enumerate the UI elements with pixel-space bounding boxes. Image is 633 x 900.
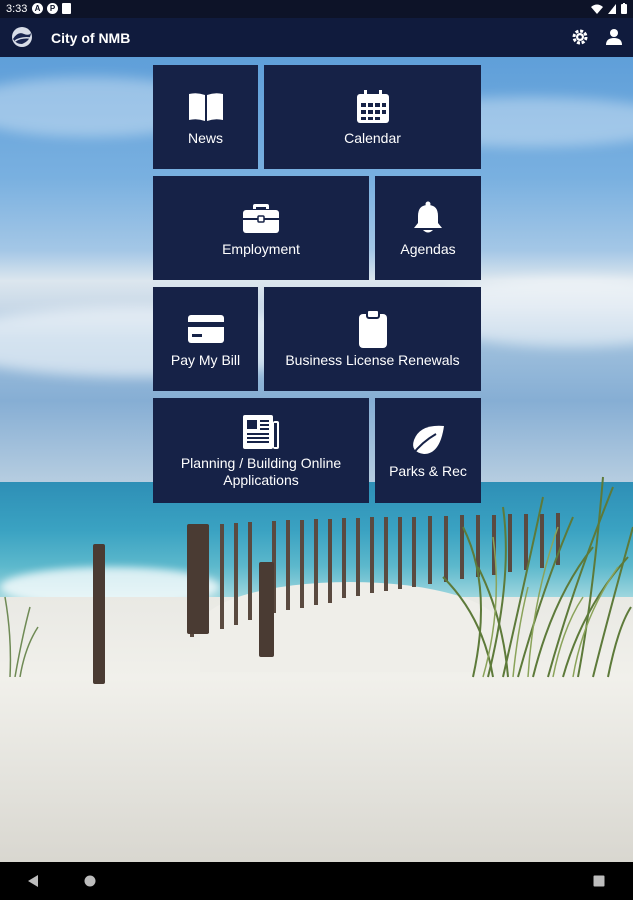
app-bar: City of NMB — [0, 18, 633, 57]
notification-a-icon: A — [32, 3, 43, 14]
notification-icons: A P — [32, 3, 71, 14]
tile-business-license-renewals[interactable]: Business License Renewals — [264, 287, 481, 391]
battery-icon — [621, 3, 627, 14]
tile-label: News — [187, 129, 223, 146]
tile-label: Agendas — [400, 240, 456, 257]
tile-label: Business License Renewals — [285, 351, 460, 368]
tile-calendar[interactable]: Calendar — [264, 65, 481, 169]
leaf-icon — [409, 421, 447, 459]
tile-pay-my-bill[interactable]: Pay My Bill — [153, 287, 258, 391]
system-status-icons — [591, 3, 627, 14]
tile-label: Parks & Rec — [389, 463, 467, 479]
clipboard-icon — [354, 309, 392, 348]
credit-card-icon — [187, 310, 225, 348]
status-time: 3:33 — [6, 3, 28, 15]
wifi-icon — [591, 4, 603, 14]
tile-label: Planning / Building Online Applications — [180, 454, 342, 488]
notification-card-icon — [62, 3, 71, 14]
tile-news[interactable]: News — [153, 65, 258, 169]
tile-label: Employment — [222, 240, 300, 257]
briefcase-icon — [242, 199, 280, 237]
menu-grid: News Calendar Employment Agendas Pay My … — [153, 65, 481, 503]
status-bar: 3:33 A P — [0, 0, 633, 18]
tile-employment[interactable]: Employment — [153, 176, 369, 280]
newspaper-icon — [242, 413, 280, 451]
fence-post — [187, 524, 209, 634]
user-icon[interactable] — [604, 27, 624, 47]
signal-icon — [608, 3, 616, 14]
gear-icon[interactable] — [570, 27, 590, 47]
tile-parks-rec[interactable]: Parks & Rec — [375, 398, 481, 503]
back-triangle-icon[interactable] — [28, 875, 40, 887]
tile-agendas[interactable]: Agendas — [375, 176, 481, 280]
calendar-icon — [354, 88, 392, 126]
city-logo-icon — [12, 27, 32, 47]
tile-label: Pay My Bill — [170, 351, 241, 368]
home-circle-icon[interactable] — [84, 875, 96, 887]
tile-label: Calendar — [344, 129, 401, 146]
app-title: City of NMB — [51, 30, 131, 46]
left-grass — [4, 596, 39, 677]
recents-square-icon[interactable] — [593, 875, 605, 887]
tile-planning-building[interactable]: Planning / Building Online Applications — [153, 398, 369, 503]
system-nav-bar — [0, 862, 633, 900]
book-icon — [187, 88, 225, 126]
notification-p-icon: P — [47, 3, 58, 14]
bell-icon — [409, 199, 447, 237]
fence-post — [259, 562, 274, 657]
fence-post — [93, 544, 105, 684]
